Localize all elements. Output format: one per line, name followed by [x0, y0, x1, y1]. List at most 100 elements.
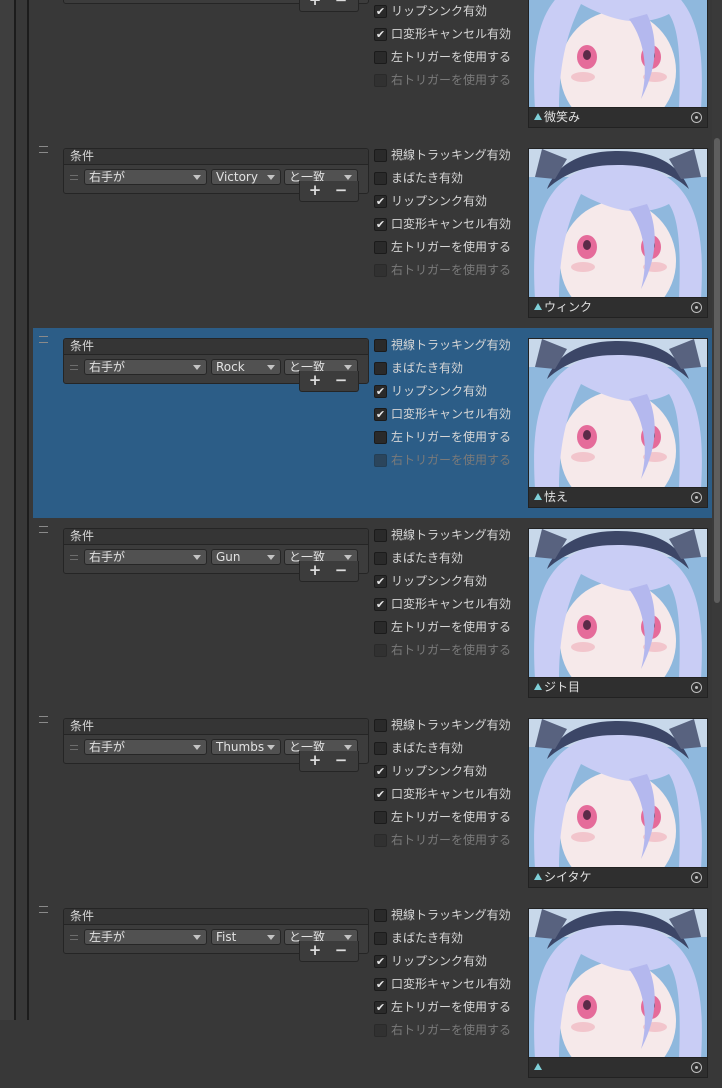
- hand-dropdown[interactable]: 右手が: [84, 739, 207, 755]
- row-drag-handle-icon[interactable]: [70, 555, 78, 560]
- gesture-dropdown[interactable]: Rock: [211, 359, 281, 375]
- mouth-cancel-toggle[interactable]: ✔ 口変形キャンセル有効: [374, 977, 524, 1000]
- remove-condition-button[interactable]: −: [329, 752, 353, 768]
- left-trigger-toggle[interactable]: 左トリガーを使用する: [374, 240, 524, 263]
- checkbox-unchecked[interactable]: [374, 719, 387, 732]
- lipsync-toggle[interactable]: ✔ リップシンク有効: [374, 764, 524, 787]
- gesture-dropdown[interactable]: Fist: [211, 929, 281, 945]
- object-picker-icon[interactable]: [691, 112, 702, 123]
- expression-entry[interactable]: 条件 右手が Gun と一致 + − 視線トラッキング有効 まばたき有効 ✔ リッ…: [33, 518, 712, 708]
- mouth-cancel-toggle[interactable]: ✔ 口変形キャンセル有効: [374, 787, 524, 810]
- hand-dropdown[interactable]: 右手が: [84, 169, 207, 185]
- eye-tracking-toggle[interactable]: 視線トラッキング有効: [374, 528, 524, 551]
- checkbox-unchecked[interactable]: [374, 909, 387, 922]
- row-drag-handle-icon[interactable]: [70, 745, 78, 750]
- hand-dropdown[interactable]: 右手が: [84, 359, 207, 375]
- blink-toggle[interactable]: まばたき有効: [374, 931, 524, 954]
- vertical-scrollbar[interactable]: [712, 0, 722, 1020]
- gesture-dropdown[interactable]: Thumbs: [211, 739, 281, 755]
- object-picker-icon[interactable]: [691, 1062, 702, 1073]
- mouth-cancel-toggle[interactable]: ✔ 口変形キャンセル有効: [374, 407, 524, 430]
- gesture-dropdown[interactable]: Gun: [211, 549, 281, 565]
- blink-toggle[interactable]: まばたき有効: [374, 361, 524, 384]
- checkbox-unchecked[interactable]: [374, 932, 387, 945]
- lipsync-toggle[interactable]: ✔ リップシンク有効: [374, 384, 524, 407]
- checkbox-checked[interactable]: ✔: [374, 385, 387, 398]
- add-condition-button[interactable]: +: [303, 752, 327, 768]
- expression-preview[interactable]: 怯え: [528, 338, 708, 508]
- checkbox-unchecked[interactable]: [374, 621, 387, 634]
- add-condition-button[interactable]: +: [303, 182, 327, 198]
- eye-tracking-toggle[interactable]: 視線トラッキング有効: [374, 718, 524, 741]
- eye-tracking-toggle[interactable]: 視線トラッキング有効: [374, 148, 524, 171]
- mouth-cancel-toggle[interactable]: ✔ 口変形キャンセル有効: [374, 27, 524, 50]
- expression-preview[interactable]: シイタケ: [528, 718, 708, 888]
- left-trigger-toggle[interactable]: 左トリガーを使用する: [374, 810, 524, 833]
- checkbox-unchecked[interactable]: [374, 362, 387, 375]
- checkbox-checked[interactable]: ✔: [374, 408, 387, 421]
- row-drag-handle-icon[interactable]: [70, 365, 78, 370]
- drag-handle-icon[interactable]: [39, 526, 48, 533]
- mouth-cancel-toggle[interactable]: ✔ 口変形キャンセル有効: [374, 597, 524, 620]
- left-trigger-toggle[interactable]: 左トリガーを使用する: [374, 430, 524, 453]
- scrollbar-thumb[interactable]: [714, 138, 720, 603]
- checkbox-checked[interactable]: ✔: [374, 765, 387, 778]
- lipsync-toggle[interactable]: ✔ リップシンク有効: [374, 954, 524, 977]
- row-drag-handle-icon[interactable]: [70, 935, 78, 940]
- remove-condition-button[interactable]: −: [329, 562, 353, 578]
- drag-handle-icon[interactable]: [39, 906, 48, 913]
- checkbox-unchecked[interactable]: [374, 339, 387, 352]
- expression-entry[interactable]: 条件 左手が Fist と一致 + − 視線トラッキング有効 まばたき有効 ✔ リ…: [33, 898, 712, 1088]
- gesture-dropdown[interactable]: Victory: [211, 169, 281, 185]
- row-drag-handle-icon[interactable]: [70, 175, 78, 180]
- object-picker-icon[interactable]: [691, 872, 702, 883]
- remove-condition-button[interactable]: −: [329, 942, 353, 958]
- drag-handle-icon[interactable]: [39, 716, 48, 723]
- checkbox-unchecked[interactable]: [374, 149, 387, 162]
- checkbox-unchecked[interactable]: [374, 742, 387, 755]
- checkbox-unchecked[interactable]: [374, 241, 387, 254]
- add-condition-button[interactable]: +: [303, 0, 327, 8]
- eye-tracking-toggle[interactable]: 視線トラッキング有効: [374, 338, 524, 361]
- expression-entry[interactable]: 条件 右手が Victory と一致 + − 視線トラッキング有効 まばたき有効: [33, 138, 712, 328]
- expression-preview[interactable]: ウィンク: [528, 148, 708, 318]
- checkbox-unchecked[interactable]: [374, 529, 387, 542]
- checkbox-checked[interactable]: ✔: [374, 5, 387, 18]
- blink-toggle[interactable]: まばたき有効: [374, 741, 524, 764]
- add-condition-button[interactable]: +: [303, 562, 327, 578]
- blink-toggle[interactable]: まばたき有効: [374, 551, 524, 574]
- object-picker-icon[interactable]: [691, 492, 702, 503]
- drag-handle-icon[interactable]: [39, 146, 48, 153]
- checkbox-unchecked[interactable]: [374, 51, 387, 64]
- drag-handle-icon[interactable]: [39, 336, 48, 343]
- checkbox-checked[interactable]: ✔: [374, 955, 387, 968]
- hand-dropdown[interactable]: 左手が: [84, 929, 207, 945]
- checkbox-checked[interactable]: ✔: [374, 28, 387, 41]
- lipsync-toggle[interactable]: ✔ リップシンク有効: [374, 194, 524, 217]
- mouth-cancel-toggle[interactable]: ✔ 口変形キャンセル有効: [374, 217, 524, 240]
- left-trigger-toggle[interactable]: 左トリガーを使用する: [374, 620, 524, 643]
- expression-preview[interactable]: 微笑み: [528, 0, 708, 128]
- checkbox-checked[interactable]: ✔: [374, 195, 387, 208]
- checkbox-checked[interactable]: ✔: [374, 1001, 387, 1014]
- checkbox-unchecked[interactable]: [374, 552, 387, 565]
- lipsync-toggle[interactable]: ✔ リップシンク有効: [374, 574, 524, 597]
- checkbox-checked[interactable]: ✔: [374, 788, 387, 801]
- add-condition-button[interactable]: +: [303, 942, 327, 958]
- checkbox-checked[interactable]: ✔: [374, 978, 387, 991]
- remove-condition-button[interactable]: −: [329, 0, 353, 8]
- expression-entry[interactable]: 条件 右手が Rock と一致 + − 視線トラッキング有効 まばたき有効 ✔ リ…: [33, 328, 712, 518]
- expression-preview[interactable]: [528, 908, 708, 1078]
- left-trigger-toggle[interactable]: 左トリガーを使用する: [374, 50, 524, 73]
- blink-toggle[interactable]: まばたき有効: [374, 171, 524, 194]
- object-picker-icon[interactable]: [691, 302, 702, 313]
- checkbox-checked[interactable]: ✔: [374, 575, 387, 588]
- hand-dropdown[interactable]: 右手が: [84, 549, 207, 565]
- expression-entry[interactable]: 条件 右手が と一致 + − 視線トラッキング有効 まばたき有効 ✔リップシンク: [33, 0, 712, 138]
- lipsync-toggle[interactable]: ✔ リップシンク有効: [374, 4, 524, 27]
- checkbox-checked[interactable]: ✔: [374, 218, 387, 231]
- eye-tracking-toggle[interactable]: 視線トラッキング有効: [374, 908, 524, 931]
- object-picker-icon[interactable]: [691, 682, 702, 693]
- checkbox-unchecked[interactable]: [374, 811, 387, 824]
- checkbox-checked[interactable]: ✔: [374, 598, 387, 611]
